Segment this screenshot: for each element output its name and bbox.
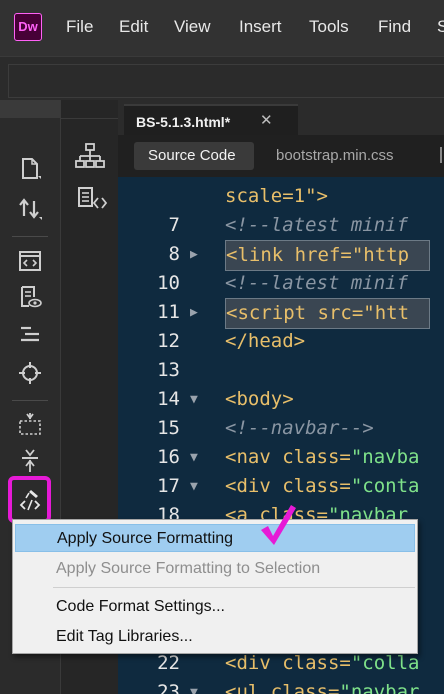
line-number: 8 bbox=[168, 243, 180, 265]
collapse-fold-icon[interactable]: ▼ bbox=[190, 678, 198, 694]
sidebar-grip bbox=[0, 100, 60, 118]
menu-item-edit-tag-libraries[interactable]: Edit Tag Libraries... bbox=[15, 623, 415, 651]
line-number: 10 bbox=[157, 272, 180, 294]
menu-item-code-format-settings[interactable]: Code Format Settings... bbox=[15, 593, 415, 621]
line-number: 11 bbox=[157, 301, 180, 323]
document-tab[interactable]: BS-5.1.3.html* ✕ bbox=[124, 104, 298, 135]
menu-item-label: Apply Source Formatting bbox=[57, 530, 234, 547]
tool-separator bbox=[12, 236, 48, 237]
toolbar-groove bbox=[8, 64, 444, 98]
line-number: 17 bbox=[157, 475, 180, 497]
menu-edit[interactable]: Edit bbox=[119, 17, 148, 37]
file-transfer-icon[interactable] bbox=[17, 196, 43, 222]
collapse-fold-icon[interactable]: ▼ bbox=[190, 472, 198, 501]
menu-insert[interactable]: Insert bbox=[239, 17, 282, 37]
menu-item-label: Edit Tag Libraries... bbox=[56, 628, 193, 645]
menu-item-label: Apply Source Formatting to Selection bbox=[56, 560, 321, 577]
document-tab-bar: BS-5.1.3.html* ✕ bbox=[118, 100, 444, 135]
menu-site[interactable]: S bbox=[437, 17, 444, 37]
code-view-icon[interactable] bbox=[17, 248, 43, 274]
menu-item-apply-formatting-selection: Apply Source Formatting to Selection bbox=[15, 555, 415, 583]
code-text: <div class="conta bbox=[225, 475, 420, 497]
panel-strip-divider bbox=[61, 118, 119, 119]
code-line: 10 <!--latest minif bbox=[118, 269, 444, 298]
code-line: 7 <!--latest minif bbox=[118, 211, 444, 240]
code-line: 15 <!--navbar--> bbox=[118, 414, 444, 443]
code-line: 11 ▶ <script src="htt bbox=[118, 298, 444, 329]
tab-source-code[interactable]: Source Code bbox=[134, 142, 254, 170]
target-crosshair-icon[interactable] bbox=[17, 360, 43, 386]
line-number: 13 bbox=[157, 359, 180, 381]
indent-lines-icon[interactable] bbox=[17, 322, 43, 348]
code-line: 8 ▶ <link href="http bbox=[118, 240, 444, 271]
line-number: 14 bbox=[157, 388, 180, 410]
code-text-collapsed: <link href="http bbox=[225, 240, 431, 271]
more-tabs-indicator bbox=[440, 147, 442, 163]
code-text: </head> bbox=[225, 330, 306, 352]
expand-fold-icon[interactable]: ▶ bbox=[190, 298, 198, 327]
line-number: 23 bbox=[157, 681, 180, 694]
code-text: <!--latest minif bbox=[225, 272, 409, 294]
code-snippets-icon[interactable] bbox=[76, 186, 108, 214]
code-line: 17 ▼ <div class="conta bbox=[118, 472, 444, 501]
related-files-bar: Source Code bootstrap.min.css bbox=[118, 135, 444, 177]
format-context-menu: Apply Source Formatting Apply Source For… bbox=[12, 519, 418, 654]
expand-fold-icon[interactable]: ▶ bbox=[190, 240, 198, 269]
code-line: scale=1"> bbox=[118, 182, 444, 211]
line-number: 15 bbox=[157, 417, 180, 439]
tool-separator bbox=[12, 400, 48, 401]
preview-document-icon[interactable] bbox=[17, 284, 43, 310]
menu-separator bbox=[53, 587, 415, 588]
expand-selection-icon[interactable] bbox=[17, 412, 43, 438]
collapse-code-icon[interactable] bbox=[17, 448, 43, 474]
close-tab-icon[interactable]: ✕ bbox=[260, 111, 273, 129]
new-document-icon[interactable] bbox=[17, 156, 43, 182]
code-text: <!--navbar--> bbox=[225, 417, 374, 439]
checkmark-annotation-icon bbox=[261, 505, 296, 545]
document-tab-label: BS-5.1.3.html* bbox=[136, 114, 231, 130]
code-text: scale=1"> bbox=[225, 185, 328, 207]
menu-item-label: Code Format Settings... bbox=[56, 598, 225, 615]
toolbar-area bbox=[0, 56, 444, 100]
dreamweaver-logo: Dw bbox=[14, 13, 42, 41]
collapse-fold-icon[interactable]: ▼ bbox=[190, 443, 198, 472]
tab-source-code-label: Source Code bbox=[148, 147, 236, 164]
code-text: <ul class="navbar bbox=[225, 681, 420, 694]
code-text: <nav class="navba bbox=[225, 446, 420, 468]
line-number: 16 bbox=[157, 446, 180, 468]
menu-file[interactable]: File bbox=[66, 17, 93, 37]
code-line: 23 ▼ <ul class="navbar bbox=[118, 678, 444, 694]
code-line: 16 ▼ <nav class="navba bbox=[118, 443, 444, 472]
code-line: 14 ▼ <body> bbox=[118, 385, 444, 414]
tab-bootstrap-css[interactable]: bootstrap.min.css bbox=[276, 147, 394, 164]
line-number: 7 bbox=[168, 214, 180, 236]
line-number: 12 bbox=[157, 330, 180, 352]
code-line: 13 bbox=[118, 356, 444, 385]
menu-view[interactable]: View bbox=[174, 17, 211, 37]
code-text-collapsed: <script src="htt bbox=[225, 298, 431, 329]
collapse-fold-icon[interactable]: ▼ bbox=[190, 385, 198, 414]
code-text: <body> bbox=[225, 388, 294, 410]
format-button-highlight bbox=[8, 476, 51, 523]
menu-item-apply-source-formatting[interactable]: Apply Source Formatting bbox=[15, 524, 415, 552]
code-text: <!--latest minif bbox=[225, 214, 409, 236]
menu-find[interactable]: Find bbox=[378, 17, 411, 37]
code-line: 12 </head> bbox=[118, 327, 444, 356]
menu-bar: Dw File Edit View Insert Tools Find S bbox=[0, 0, 444, 56]
menu-tools[interactable]: Tools bbox=[309, 17, 349, 37]
dom-tree-icon[interactable] bbox=[74, 142, 106, 172]
